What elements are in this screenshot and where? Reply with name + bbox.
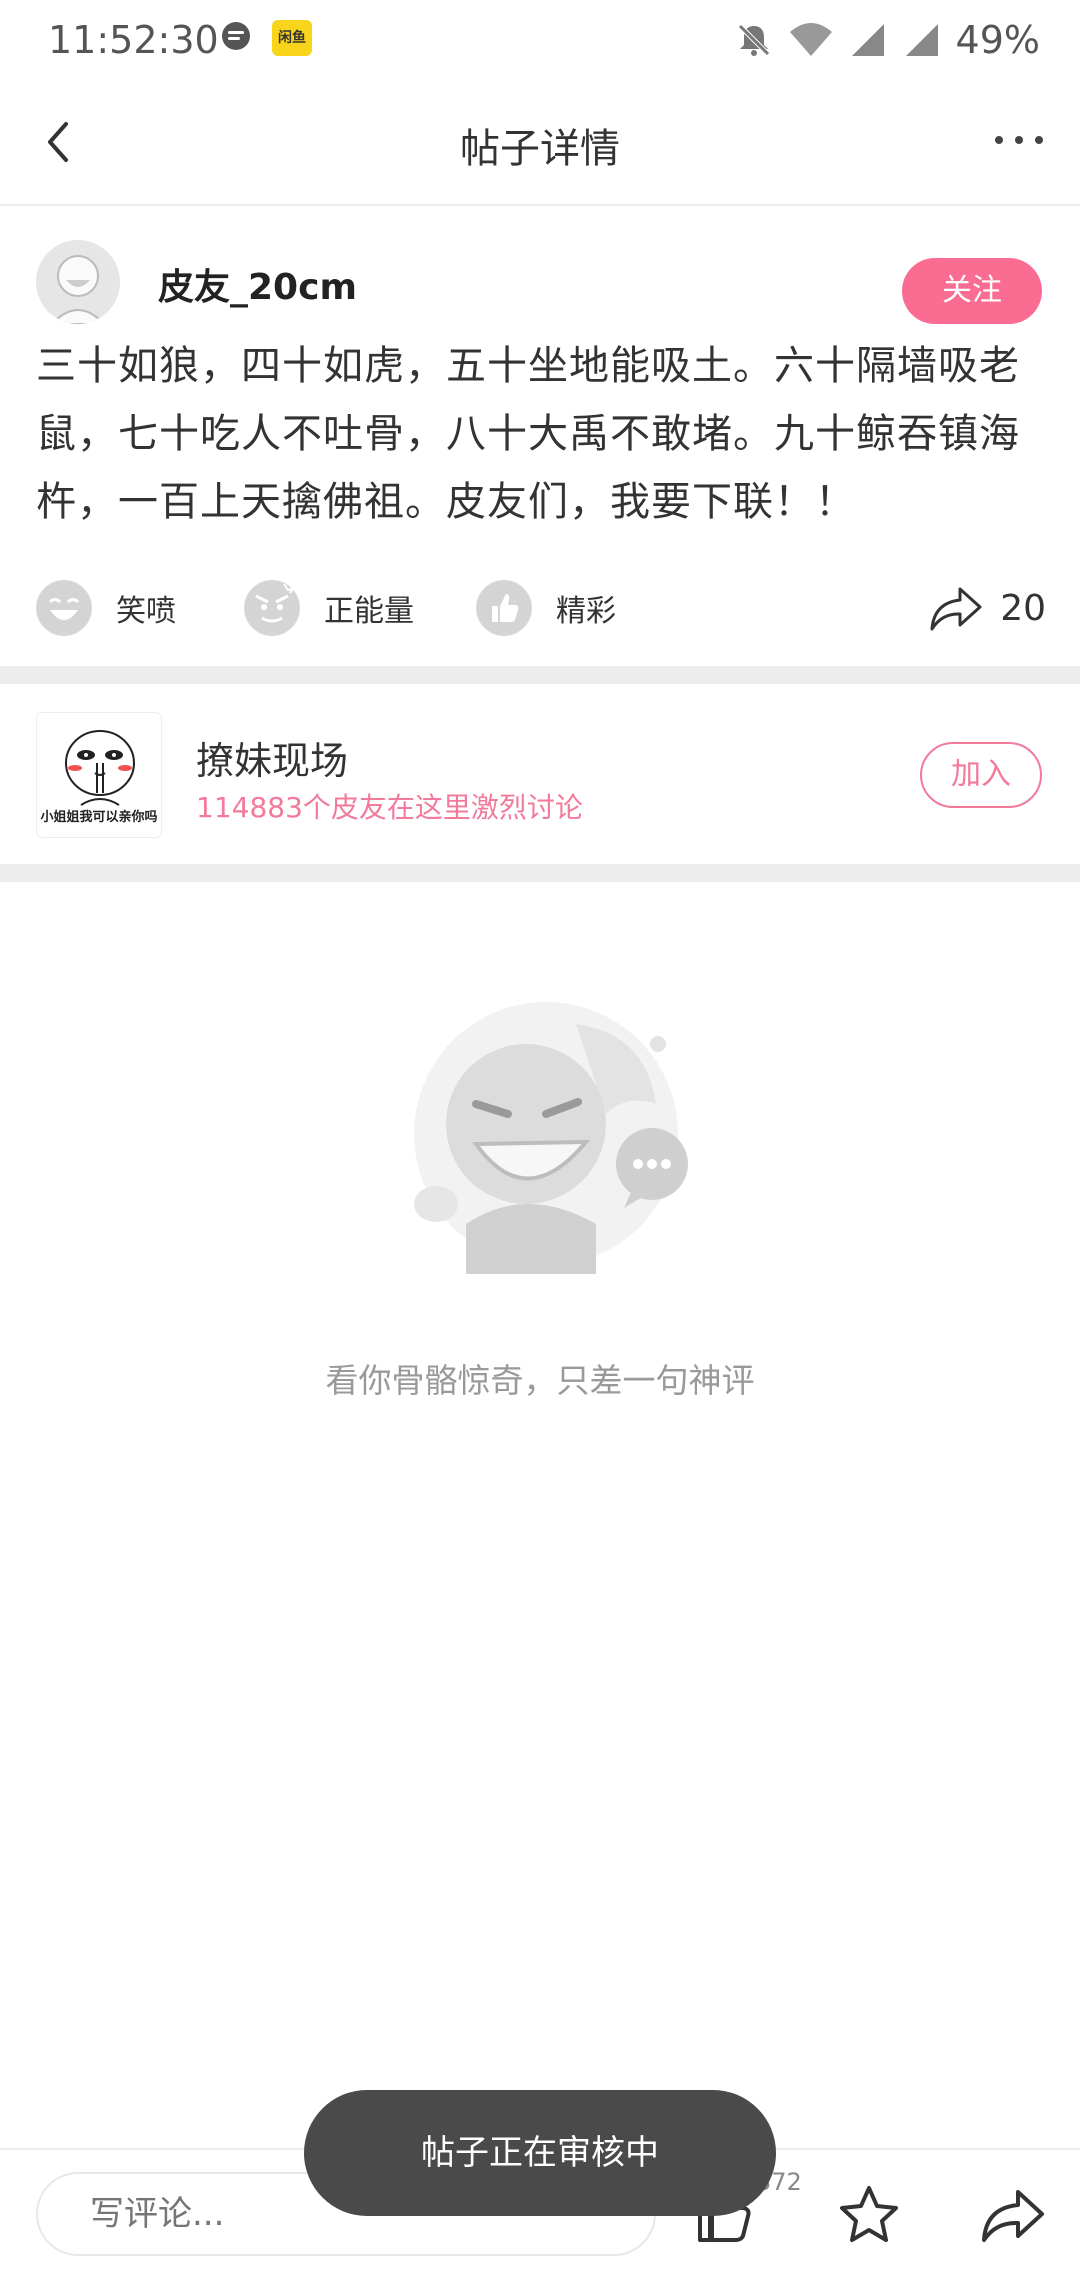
- thumbs-up-icon: [476, 580, 532, 636]
- status-time: 11:52:30: [48, 18, 219, 62]
- share-count-number: 20: [1000, 587, 1046, 629]
- share-icon: [930, 587, 982, 631]
- signal-icon-2: [905, 24, 938, 56]
- reaction-label: 正能量: [324, 594, 414, 629]
- reaction-bar: 笑喷 正能量 精彩 20: [36, 568, 1046, 648]
- share-count[interactable]: 20: [928, 578, 1046, 638]
- group-image-caption: 小姐姐我可以亲你吗: [40, 810, 158, 825]
- reaction-label: 精彩: [556, 594, 616, 629]
- group-member-count: 114883个皮友在这里激烈讨论: [196, 791, 583, 824]
- group-name: 撩妹现场: [196, 739, 349, 783]
- status-right: 49%: [734, 16, 1040, 64]
- reaction-great[interactable]: 精彩: [476, 578, 616, 638]
- energy-face-icon: [244, 580, 300, 636]
- signal-icon: [851, 24, 884, 56]
- username[interactable]: 皮友_20cm: [158, 258, 357, 310]
- section-divider: [0, 864, 1080, 882]
- post-card: 皮友_20cm 关注 三十如狼，四十如虎，五十坐地能吸土。六十隔墙吸老鼠，七十吃…: [0, 208, 1080, 666]
- battery-level: 49%: [955, 18, 1040, 62]
- wifi-icon: [789, 23, 832, 56]
- group-card[interactable]: 小姐姐我可以亲你吗 撩妹现场 114883个皮友在这里激烈讨论 加入: [0, 686, 1080, 864]
- user-avatar-icon: [36, 240, 120, 324]
- page-title: 帖子详情: [460, 126, 620, 172]
- app-badge-icon: 闲鱼: [272, 20, 312, 56]
- share-icon[interactable]: [978, 2180, 1048, 2250]
- status-bar: 11:52:30 闲鱼 49%: [0, 0, 1080, 80]
- reaction-label: 笑喷: [116, 594, 176, 629]
- avatar[interactable]: [36, 240, 120, 324]
- join-button[interactable]: 加入: [920, 742, 1042, 808]
- title-bar: 帖子详情: [0, 80, 1080, 206]
- message-icon: [222, 22, 250, 50]
- more-icon[interactable]: [984, 110, 1054, 170]
- empty-message: 看你骨骼惊奇，只差一句神评: [325, 1361, 755, 1400]
- star-icon[interactable]: [834, 2180, 904, 2250]
- laughing-face-icon: [36, 580, 92, 636]
- mute-icon: [737, 24, 770, 56]
- empty-comments: 看你骨骼惊奇，只差一句神评: [0, 884, 1080, 2144]
- post-content: 三十如狼，四十如虎，五十坐地能吸土。六十隔墙吸老鼠，七十吃人不吐骨，八十大禹不敢…: [36, 343, 1020, 525]
- toast-message: 帖子正在审核中: [304, 2090, 776, 2216]
- reaction-laugh[interactable]: 笑喷: [36, 578, 176, 638]
- reaction-energy[interactable]: 正能量: [244, 578, 414, 638]
- group-image: 小姐姐我可以亲你吗: [36, 712, 162, 838]
- empty-mascot-icon: [414, 1002, 688, 1274]
- section-divider: [0, 666, 1080, 684]
- follow-button[interactable]: 关注: [902, 258, 1042, 324]
